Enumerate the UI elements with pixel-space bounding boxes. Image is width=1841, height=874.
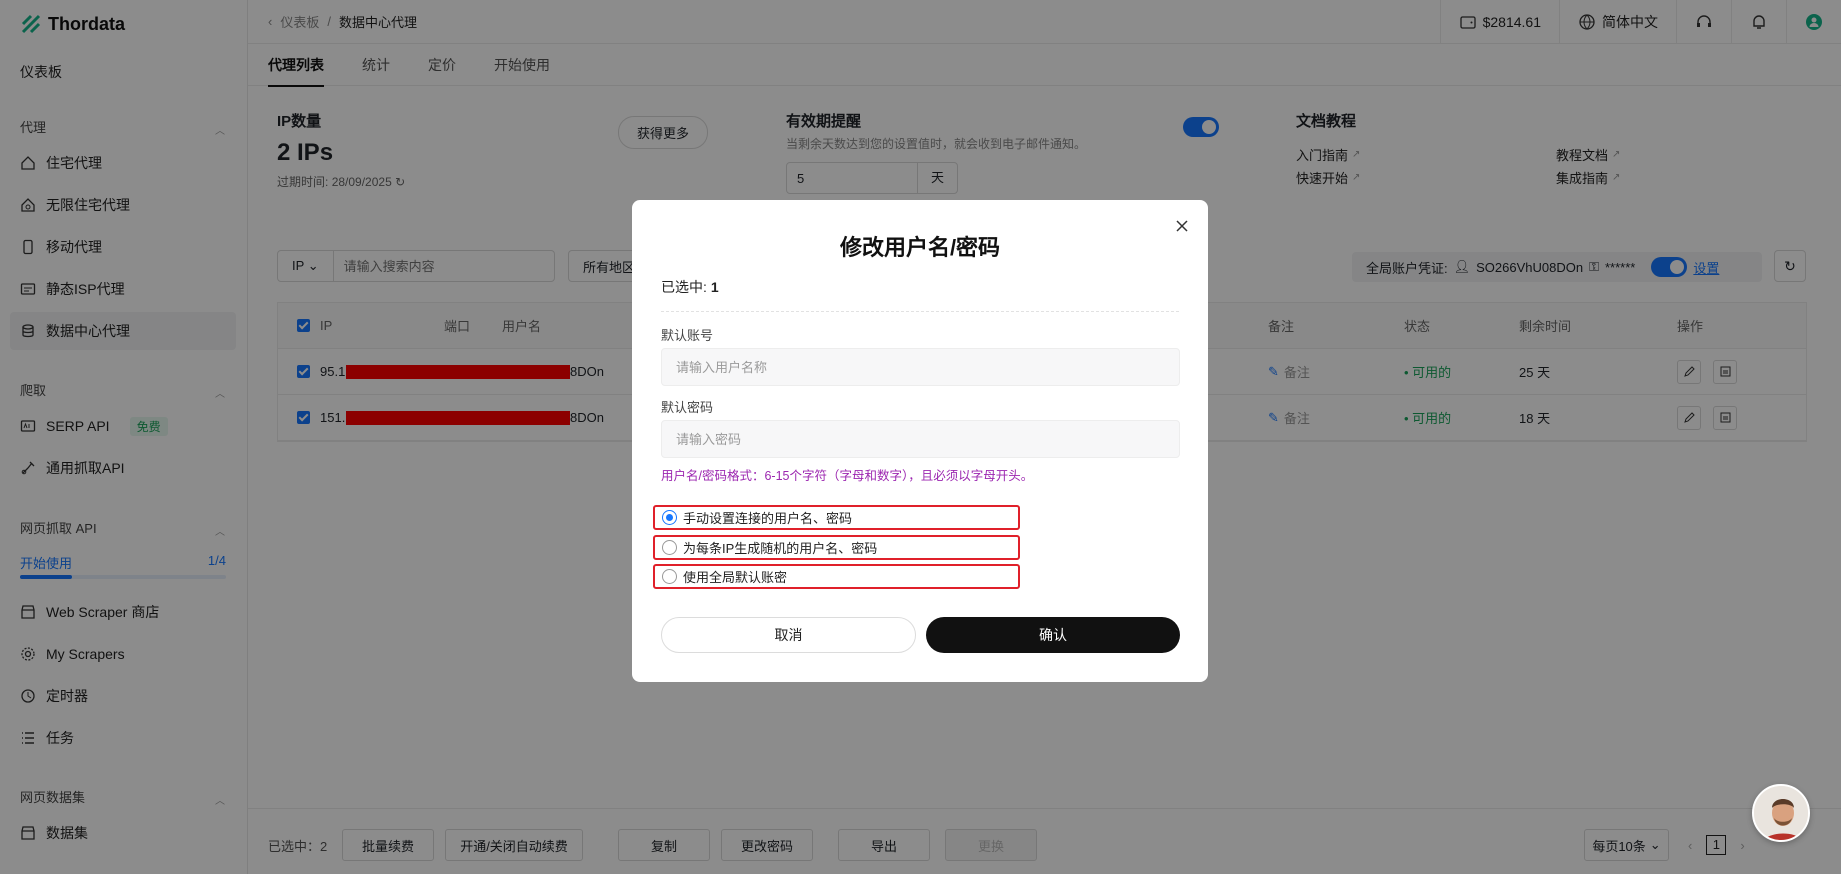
option-label: 为每条IP生成随机的用户名、密码 [683,541,878,556]
modal-selected: 已选中: 1 [661,277,719,297]
password-input[interactable] [661,420,1180,458]
confirm-button[interactable]: 确认 [926,617,1180,653]
modal-title: 修改用户名/密码 [839,235,1001,260]
format-hint: 用户名/密码格式：6-15个字符（字母和数字），且必须以字母开头。 [661,469,1034,483]
cancel-button[interactable]: 取消 [661,617,916,653]
close-icon[interactable] [1174,218,1190,234]
password-label: 默认密码 [661,400,714,415]
radio-button[interactable] [662,510,677,525]
modal-selected-count: 1 [710,279,719,295]
username-label: 默认账号 [661,328,714,343]
modal-selected-label: 已选中: [661,279,707,295]
option-manual[interactable]: 手动设置连接的用户名、密码 [653,505,1020,530]
support-chat-avatar[interactable] [1752,784,1810,842]
option-global-default[interactable]: 使用全局默认账密 [653,564,1020,589]
option-label: 使用全局默认账密 [683,570,788,585]
option-label: 手动设置连接的用户名、密码 [683,511,853,526]
radio-button[interactable] [662,540,677,555]
edit-credentials-modal: 修改用户名/密码 已选中:1 默认账号 默认密码 用户名/密码格式：6-15个字… [632,200,1208,682]
option-random[interactable]: 为每条IP生成随机的用户名、密码 [653,535,1020,560]
divider [661,311,1179,312]
username-input[interactable] [661,348,1180,386]
radio-button[interactable] [662,569,677,584]
